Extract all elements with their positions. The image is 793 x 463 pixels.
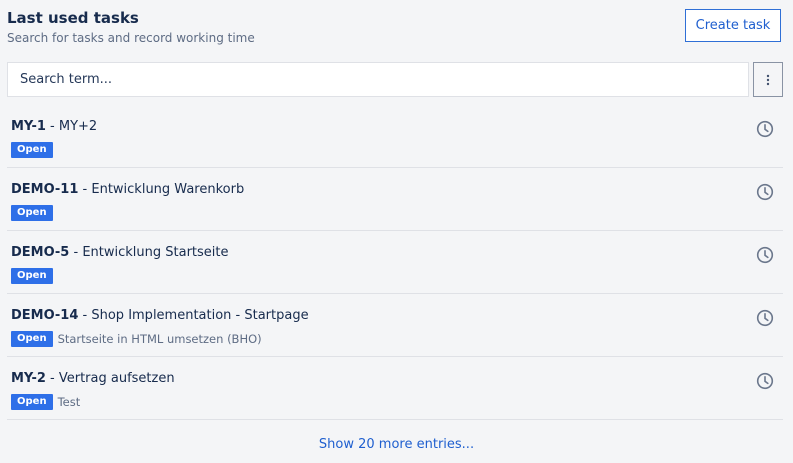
- clock-icon[interactable]: [756, 183, 774, 201]
- task-name: Shop Implementation - Startpage: [91, 308, 309, 323]
- page-subtitle: Search for tasks and record working time: [7, 31, 255, 45]
- task-separator: -: [45, 119, 59, 134]
- task-key: DEMO-14: [11, 308, 79, 323]
- task-meta: Open: [11, 268, 53, 284]
- show-more-link[interactable]: Show 20 more entries...: [0, 437, 793, 452]
- task-key: DEMO-5: [11, 245, 70, 260]
- task-key: MY-2: [11, 371, 46, 386]
- clock-icon[interactable]: [756, 309, 774, 327]
- vertical-ellipsis-icon: [766, 74, 770, 85]
- task-name: MY+2: [58, 119, 98, 134]
- status-badge: Open: [11, 205, 53, 221]
- task-description: Startseite in HTML umsetzen (BHO): [57, 332, 262, 346]
- clock-icon[interactable]: [756, 120, 774, 138]
- search-row: [7, 62, 783, 97]
- task-item[interactable]: DEMO-5 - Entwicklung Startseite Open: [7, 231, 783, 294]
- task-separator: -: [78, 182, 92, 197]
- task-title: DEMO-5 - Entwicklung Startseite: [11, 245, 229, 260]
- create-task-button[interactable]: Create task: [685, 9, 781, 42]
- status-badge: Open: [11, 394, 53, 410]
- task-title: MY-2 - Vertrag aufsetzen: [11, 371, 175, 386]
- status-badge: Open: [11, 142, 53, 158]
- task-separator: -: [69, 245, 83, 260]
- status-badge: Open: [11, 331, 53, 347]
- task-separator: -: [45, 371, 59, 386]
- task-separator: -: [78, 308, 92, 323]
- task-meta: Open: [11, 142, 53, 158]
- task-key: MY-1: [11, 119, 46, 134]
- task-meta: Open Test: [11, 394, 80, 410]
- header: Last used tasks Search for tasks and rec…: [0, 0, 793, 56]
- task-meta: Open: [11, 205, 53, 221]
- task-name: Entwicklung Startseite: [82, 245, 229, 260]
- page-title: Last used tasks: [7, 9, 139, 27]
- task-item[interactable]: DEMO-14 - Shop Implementation - Startpag…: [7, 294, 783, 357]
- task-key: DEMO-11: [11, 182, 79, 197]
- task-title: DEMO-14 - Shop Implementation - Startpag…: [11, 308, 309, 323]
- clock-icon[interactable]: [756, 372, 774, 390]
- task-description: Test: [57, 395, 81, 409]
- more-options-button[interactable]: [753, 62, 783, 97]
- task-title: MY-1 - MY+2: [11, 119, 97, 134]
- search-input[interactable]: [7, 62, 749, 97]
- task-list: MY-1 - MY+2 Open DEMO-11 - Entwicklung W…: [7, 105, 783, 420]
- task-item[interactable]: MY-1 - MY+2 Open: [7, 105, 783, 168]
- task-name: Vertrag aufsetzen: [58, 371, 175, 386]
- status-badge: Open: [11, 268, 53, 284]
- clock-icon[interactable]: [756, 246, 774, 264]
- task-name: Entwicklung Warenkorb: [91, 182, 245, 197]
- task-item[interactable]: MY-2 - Vertrag aufsetzen Open Test: [7, 357, 783, 420]
- task-title: DEMO-11 - Entwicklung Warenkorb: [11, 182, 244, 197]
- task-item[interactable]: DEMO-11 - Entwicklung Warenkorb Open: [7, 168, 783, 231]
- task-meta: Open Startseite in HTML umsetzen (BHO): [11, 331, 262, 347]
